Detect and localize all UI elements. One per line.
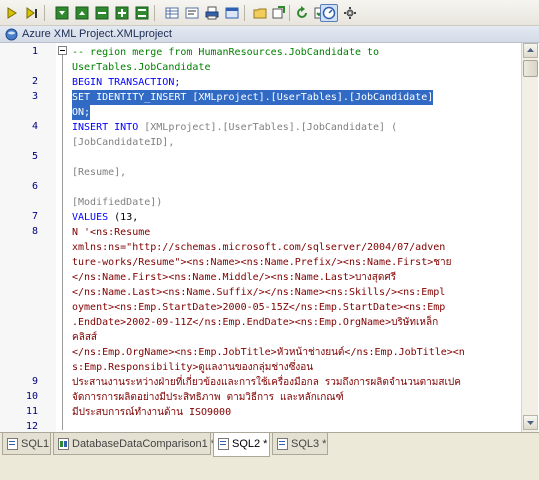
code-line[interactable]: UserTables.JobCandidate [72, 60, 210, 75]
document-tab-bar: SQL1 DatabaseDataComparison1 * SQL2 * SQ… [0, 432, 539, 480]
code-token: </ns:Emp.OrgName><ns:Emp.JobTitle>หัวหน้… [72, 347, 465, 358]
code-token: xmlns:ns="http://schemas.microsoft.com/s… [72, 242, 446, 253]
editor-toolbar [0, 0, 539, 26]
line-number: 8 [31, 226, 38, 237]
line-number: 7 [31, 211, 38, 222]
code-line[interactable]: [ModifiedDate]) [72, 195, 162, 210]
code-token: SET IDENTITY_INSERT [XMLproject].[UserTa… [72, 92, 434, 103]
line-number: 9 [31, 376, 38, 387]
code-line[interactable]: INSERT INTO [XMLproject].[UserTables].[J… [72, 120, 397, 135]
line-number: 3 [31, 91, 38, 102]
line-number: 5 [31, 151, 38, 162]
collapse-all-icon[interactable] [53, 4, 71, 22]
line-number: 1 [31, 46, 38, 57]
refresh-icon[interactable] [293, 4, 311, 22]
code-line[interactable]: ประสานงานระหว่างฝ่ายที่เกี่ยวข้องและการใ… [72, 375, 461, 390]
code-token: N '<ns:Resume [72, 227, 151, 238]
code-token: (13, [114, 212, 139, 223]
code-line[interactable]: </ns:Emp.OrgName><ns:Emp.JobTitle>หัวหน้… [72, 345, 465, 360]
export-icon[interactable] [269, 4, 287, 22]
line-number: 4 [31, 121, 38, 132]
code-token: ture-works/Resume"><ns:Name><ns:Name.Pre… [72, 257, 452, 268]
collapse-icon[interactable] [93, 4, 111, 22]
tab-sql2[interactable]: SQL2 * [213, 433, 270, 457]
code-token: INSERT INTO [72, 122, 145, 133]
code-line[interactable]: oyment><ns:Emp.StartDate>2000-05-15Z</ns… [72, 300, 445, 315]
database-icon [5, 28, 18, 44]
code-line[interactable]: [JobCandidateID], [72, 135, 174, 150]
code-line[interactable]: s:Emp.Responsibility>ดูแลงานของกลุ่มช่าง… [72, 360, 313, 375]
code-token: [JobCandidateID], [72, 137, 175, 148]
line-number: 6 [31, 181, 38, 192]
code-line[interactable]: xmlns:ns="http://schemas.microsoft.com/s… [72, 240, 445, 255]
code-line[interactable]: จัดการการผลิตอย่างมีประสิทธิภาพ ตามวิธีก… [72, 390, 344, 405]
fold-icon[interactable] [133, 4, 151, 22]
text-results-icon[interactable] [183, 4, 201, 22]
code-line[interactable]: ture-works/Resume"><ns:Name><ns:Name.Pre… [72, 255, 452, 270]
vertical-scrollbar[interactable] [521, 43, 538, 432]
code-line[interactable]: </ns:Name.Last><ns:Name.Suffix/></ns:Nam… [72, 285, 445, 300]
code-token: UserTables.JobCandidate [72, 62, 211, 73]
code-token: oyment><ns:Emp.StartDate>2000-05-15Z</ns… [72, 302, 446, 313]
code-line[interactable]: </ns:Name.First><ns:Name.Middle/><ns:Nam… [72, 270, 396, 285]
code-token: </ns:Name.Last><ns:Name.Suffix/></ns:Nam… [72, 287, 446, 298]
fold-toggle-icon[interactable] [58, 46, 67, 55]
scroll-down-arrow-icon[interactable] [523, 415, 538, 430]
connection-title-bar: Azure XML Project.XMLproject [0, 26, 539, 43]
window-title: Azure XML Project.XMLproject [22, 28, 172, 40]
grid-icon[interactable] [163, 4, 181, 22]
auto-complete-icon[interactable] [320, 4, 338, 22]
code-line[interactable]: BEGIN TRANSACTION; [72, 75, 180, 90]
code-line[interactable]: .EndDate>2002-09-11Z</ns:Emp.EndDate><ns… [72, 315, 438, 330]
line-number: 11 [25, 406, 38, 417]
code-line[interactable]: N '<ns:Resume [72, 225, 150, 240]
code-line[interactable]: มีประสบการณ์ทำงานด้าน ISO9000 [72, 405, 231, 420]
execute-icon[interactable] [3, 4, 21, 22]
code-token: ON; [72, 107, 91, 118]
code-token: ประสานงานระหว่างฝ่ายที่เกี่ยวข้องและการใ… [72, 377, 461, 388]
code-token: [ModifiedDate]) [72, 197, 163, 208]
settings-icon[interactable] [341, 4, 359, 22]
tab-database-data-comparison1[interactable]: DatabaseDataComparison1 * [53, 433, 215, 455]
code-line-selected[interactable]: ON; [72, 105, 91, 120]
code-token: มีประสบการณ์ทำงานด้าน ISO9000 [72, 407, 232, 418]
code-line[interactable]: -- region merge from HumanResources.JobC… [72, 45, 379, 60]
line-number: 12 [25, 421, 38, 432]
code-line[interactable]: คลิสส์ [72, 330, 97, 345]
code-token: -- region merge from HumanResources.JobC… [72, 47, 380, 58]
scroll-thumb[interactable] [523, 60, 538, 77]
line-number: 2 [31, 76, 38, 87]
code-token: BEGIN TRANSACTION; [72, 77, 181, 88]
pane-icon[interactable] [223, 4, 241, 22]
code-token: คลิสส์ [72, 332, 98, 343]
code-line[interactable]: [Resume], [72, 165, 126, 180]
code-token: .EndDate>2002-09-11Z</ns:Emp.EndDate><ns… [72, 317, 439, 328]
code-token: </ns:Name.First><ns:Name.Middle/><ns:Nam… [72, 272, 397, 283]
code-token: s:Emp.Responsibility>ดูแลงานของกลุ่มช่าง… [72, 362, 314, 373]
scroll-up-arrow-icon[interactable] [523, 43, 538, 58]
line-number: 10 [25, 391, 38, 402]
tab-sql1[interactable]: SQL1 [2, 433, 51, 455]
code-token: จัดการการผลิตอย่างมีประสิทธิภาพ ตามวิธีก… [72, 392, 344, 403]
code-line[interactable]: VALUES (13, [72, 210, 138, 225]
print-icon[interactable] [203, 4, 221, 22]
sql-file-icon [218, 438, 229, 453]
execute-step-icon[interactable] [23, 4, 41, 22]
code-token: VALUES [72, 212, 115, 223]
code-token: [Resume], [72, 167, 127, 178]
sql-file-icon [7, 438, 18, 453]
tab-sql3[interactable]: SQL3 * [272, 433, 328, 455]
open-file-icon[interactable] [251, 4, 269, 22]
code-token: [XMLproject].[UserTables].[JobCandidate]… [144, 122, 398, 133]
expand-icon[interactable] [113, 4, 131, 22]
expand-all-icon[interactable] [73, 4, 91, 22]
sql-file-icon [277, 438, 288, 453]
comparison-file-icon [58, 438, 69, 453]
fold-guide [62, 54, 63, 430]
sql-editor[interactable]: 1 -- region merge from HumanResources.Job… [0, 43, 539, 448]
code-line-selected[interactable]: SET IDENTITY_INSERT [XMLproject].[UserTa… [72, 90, 434, 105]
